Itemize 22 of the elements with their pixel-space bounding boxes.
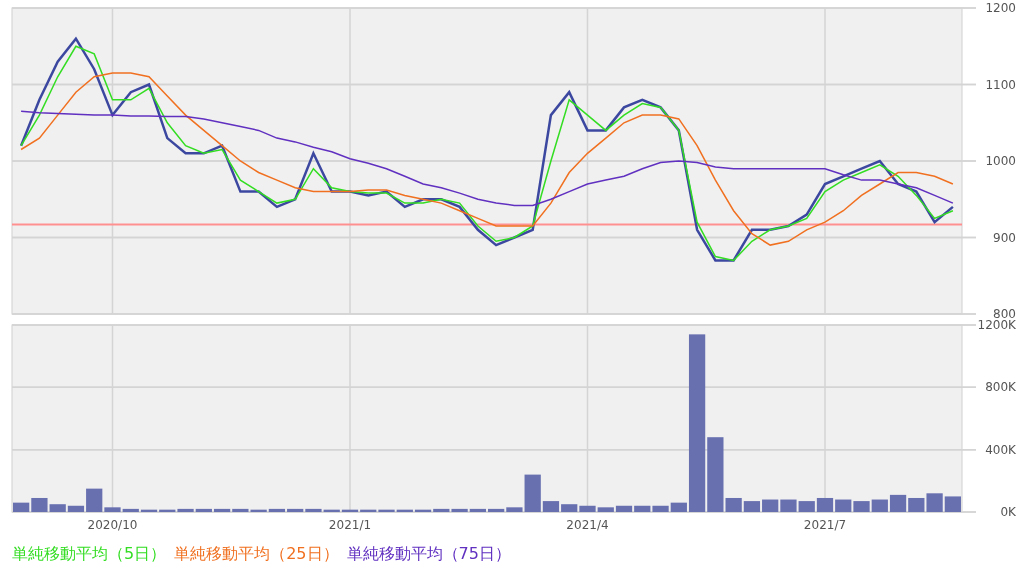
axis-label: 800K: [985, 380, 1016, 395]
volume-bar: [798, 501, 815, 512]
legend-label: 単純移動平均（25日）: [174, 543, 339, 565]
axis-label: 1200K: [977, 318, 1016, 332]
axis-label: 800: [993, 307, 1016, 318]
volume-bar: [816, 498, 834, 512]
axis-label: 0K: [1000, 505, 1016, 519]
axis-label: 400K: [985, 442, 1016, 457]
volume-bar: [853, 501, 870, 512]
axis-label: 900: [993, 230, 1016, 245]
volume-bar: [926, 493, 943, 512]
axis-label: 1200: [985, 1, 1016, 15]
axis-label: 2021/4: [566, 518, 609, 532]
volume-bar: [13, 502, 30, 512]
axis-label: 1100: [985, 77, 1016, 92]
legend-label: 単純移動平均（5日）: [12, 543, 167, 565]
axis-label: 2020/10: [87, 518, 138, 532]
volume-bar: [743, 501, 761, 512]
axis-label: 2021/1: [328, 518, 372, 532]
axis-label: 1000: [985, 154, 1016, 168]
axis-label: 2021/7: [803, 518, 847, 532]
legend-label: 単純移動平均（75日）: [346, 543, 511, 565]
